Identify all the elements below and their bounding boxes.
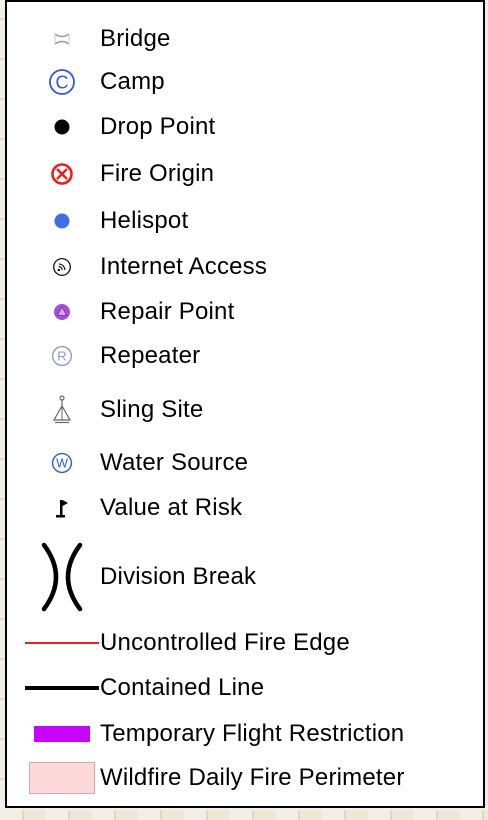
legend-item-wildfire-daily-fire-perimeter: Wildfire Daily Fire Perimeter bbox=[7, 758, 483, 798]
legend-label: Division Break bbox=[100, 563, 257, 590]
legend-item-contained-line: Contained Line bbox=[7, 668, 483, 708]
sling-site-icon bbox=[23, 390, 101, 430]
legend-label: Internet Access bbox=[100, 253, 268, 280]
legend-label: Water Source bbox=[100, 449, 249, 476]
bridge-icon bbox=[23, 19, 101, 59]
svg-text:W: W bbox=[56, 457, 68, 471]
temporary-flight-restriction-swatch-icon bbox=[23, 714, 101, 754]
map-background-edge bbox=[0, 0, 4, 820]
legend-item-repair-point: Repair Point bbox=[7, 292, 483, 332]
map-legend: Bridge C Camp Drop Point Fire Origin Hel… bbox=[5, 0, 485, 808]
camp-icon: C bbox=[23, 62, 101, 102]
legend-item-helispot: Helispot bbox=[7, 201, 483, 241]
repeater-icon: R bbox=[23, 336, 101, 376]
legend-label: Bridge bbox=[100, 25, 171, 52]
repair-point-icon bbox=[23, 292, 101, 332]
legend-label: Uncontrolled Fire Edge bbox=[100, 629, 350, 656]
legend-item-division-break: Division Break bbox=[7, 542, 483, 612]
legend-item-temporary-flight-restriction: Temporary Flight Restriction bbox=[7, 714, 483, 754]
legend-label: Wildfire Daily Fire Perimeter bbox=[100, 764, 405, 791]
drop-point-icon bbox=[23, 107, 101, 147]
legend-item-repeater: R Repeater bbox=[7, 336, 483, 376]
uncontrolled-fire-edge-line-icon bbox=[23, 623, 101, 663]
helispot-icon bbox=[23, 201, 101, 241]
value-at-risk-icon bbox=[23, 488, 101, 528]
legend-label: Repeater bbox=[100, 342, 201, 369]
svg-text:R: R bbox=[57, 349, 66, 364]
legend-label: Camp bbox=[100, 68, 165, 95]
fire-origin-icon bbox=[23, 154, 101, 194]
internet-access-icon bbox=[23, 247, 101, 287]
svg-text:C: C bbox=[56, 73, 69, 93]
legend-item-drop-point: Drop Point bbox=[7, 107, 483, 147]
legend-item-sling-site: Sling Site bbox=[7, 390, 483, 430]
legend-item-camp: C Camp bbox=[7, 62, 483, 102]
water-source-icon: W bbox=[23, 443, 101, 483]
legend-item-water-source: W Water Source bbox=[7, 443, 483, 483]
map-background-bottom bbox=[0, 810, 488, 820]
division-break-icon bbox=[23, 541, 101, 613]
legend-label: Sling Site bbox=[100, 396, 204, 423]
legend-item-uncontrolled-fire-edge: Uncontrolled Fire Edge bbox=[7, 623, 483, 663]
legend-label: Repair Point bbox=[100, 298, 235, 325]
legend-item-value-at-risk: Value at Risk bbox=[7, 488, 483, 528]
legend-item-bridge: Bridge bbox=[7, 19, 483, 59]
legend-item-fire-origin: Fire Origin bbox=[7, 154, 483, 194]
wildfire-daily-fire-perimeter-swatch-icon bbox=[23, 758, 101, 798]
legend-label: Contained Line bbox=[100, 674, 265, 701]
contained-line-icon bbox=[23, 668, 101, 708]
legend-item-internet-access: Internet Access bbox=[7, 247, 483, 287]
legend-label: Value at Risk bbox=[100, 494, 243, 521]
legend-label: Temporary Flight Restriction bbox=[100, 720, 405, 747]
legend-label: Fire Origin bbox=[100, 160, 215, 187]
legend-label: Helispot bbox=[100, 207, 189, 234]
legend-label: Drop Point bbox=[100, 113, 216, 140]
